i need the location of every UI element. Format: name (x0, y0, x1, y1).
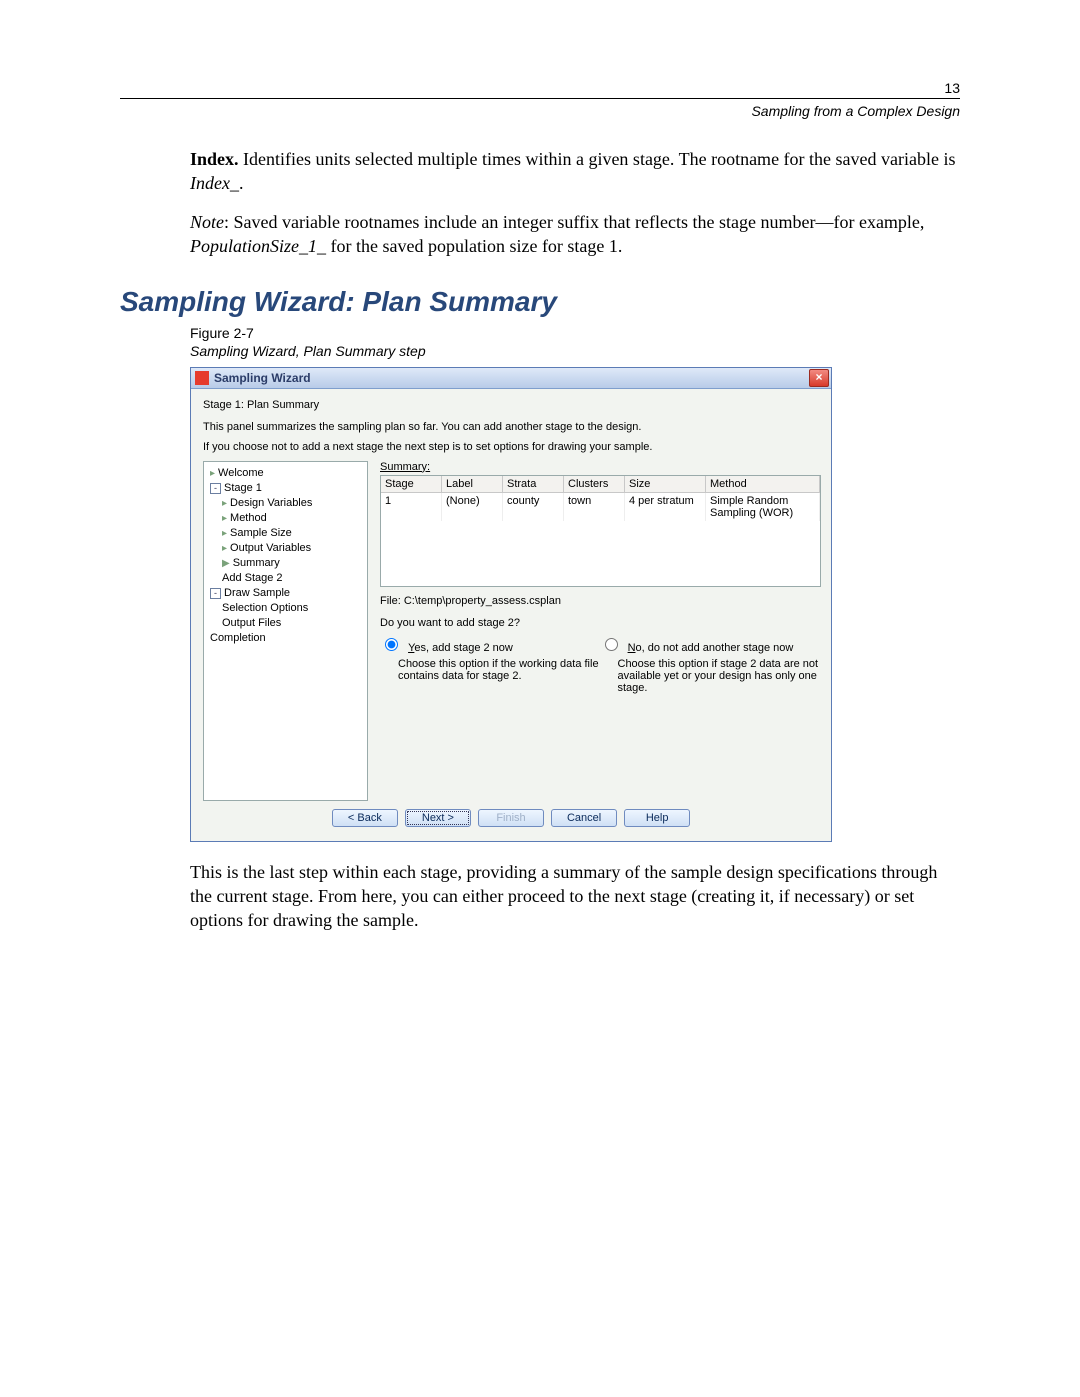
radio-yes-label: Yes, add stage 2 now (408, 642, 513, 654)
file-path-line: File: C:\temp\property_assess.csplan (380, 595, 819, 607)
tree-selection-options[interactable]: Selection Options (208, 601, 363, 616)
arrow-icon: ▶ (222, 556, 230, 571)
radio-yes-input[interactable] (385, 638, 398, 651)
tree-label: Draw Sample (224, 586, 290, 601)
running-head: Sampling from a Complex Design (120, 103, 960, 119)
td-strata: county (503, 493, 564, 521)
tree-label: Output Files (222, 616, 281, 631)
followup-paragraph: This is the last step within each stage,… (190, 860, 960, 933)
table-row: 1 (None) county town 4 per stratum Simpl… (381, 493, 820, 521)
tree-method[interactable]: ▸Method (208, 511, 363, 526)
index-tail: . (239, 173, 244, 193)
top-rule (120, 98, 960, 99)
nav-tree[interactable]: ▸Welcome -Stage 1 ▸Design Variables ▸Met… (203, 461, 368, 801)
index-rest: Identifies units selected multiple times… (239, 149, 956, 169)
back-button[interactable]: < Back (332, 809, 398, 827)
th-label: Label (442, 476, 503, 492)
tree-label: Stage 1 (224, 481, 262, 496)
add-stage-question: Do you want to add stage 2? (380, 617, 819, 629)
tree-summary[interactable]: ▶Summary (208, 556, 363, 571)
td-label: (None) (442, 493, 503, 521)
note-ital: PopulationSize_1_ (190, 236, 326, 256)
help-button[interactable]: Help (624, 809, 690, 827)
tree-label: Method (230, 511, 267, 526)
radio-no-explain: Choose this option if stage 2 data are n… (618, 658, 820, 694)
td-method: Simple Random Sampling (WOR) (706, 493, 820, 521)
radio-yes-text: es, add stage 2 now (414, 642, 512, 654)
tree-sample-size[interactable]: ▸Sample Size (208, 526, 363, 541)
section-heading: Sampling Wizard: Plan Summary (120, 286, 960, 318)
arrow-icon: ▸ (222, 511, 227, 526)
radio-yes[interactable]: Yes, add stage 2 now (380, 635, 600, 654)
td-clusters: town (564, 493, 625, 521)
th-strata: Strata (503, 476, 564, 492)
wizard-dialog: Sampling Wizard × Stage 1: Plan Summary … (190, 367, 832, 842)
td-size: 4 per stratum (625, 493, 706, 521)
arrow-icon: ▸ (222, 526, 227, 541)
table-header: Stage Label Strata Clusters Size Method (381, 476, 820, 493)
next-button[interactable]: Next > (405, 809, 471, 827)
arrow-icon: ▸ (210, 466, 215, 481)
th-stage: Stage (381, 476, 442, 492)
th-method: Method (706, 476, 820, 492)
radio-no-input[interactable] (605, 638, 618, 651)
tree-output-files[interactable]: Output Files (208, 616, 363, 631)
figure-label: Figure 2-7 (190, 325, 254, 341)
page-number: 13 (120, 80, 960, 96)
close-icon[interactable]: × (809, 369, 829, 387)
tree-design-variables[interactable]: ▸Design Variables (208, 496, 363, 511)
tree-label: Add Stage 2 (222, 571, 283, 586)
app-icon (195, 371, 209, 385)
tree-label: Summary (233, 556, 280, 571)
index-ital: Index_ (190, 173, 239, 193)
collapse-icon[interactable]: - (210, 483, 221, 494)
arrow-icon: ▸ (222, 541, 227, 556)
summary-table: Stage Label Strata Clusters Size Method … (380, 475, 821, 587)
th-clusters: Clusters (564, 476, 625, 492)
td-stage: 1 (381, 493, 442, 521)
arrow-icon: ▸ (222, 496, 227, 511)
tree-completion[interactable]: Completion (208, 631, 363, 646)
note-mid: : Saved variable rootnames include an in… (224, 212, 924, 232)
radio-no[interactable]: No, do not add another stage now (600, 635, 820, 654)
figure-caption: Figure 2-7 Sampling Wizard, Plan Summary… (190, 324, 960, 360)
tree-label: Design Variables (230, 496, 312, 511)
tree-draw-sample[interactable]: -Draw Sample (208, 586, 363, 601)
button-bar: < Back Next > Finish Cancel Help (203, 801, 819, 833)
tree-label: Welcome (218, 466, 264, 481)
tree-label: Completion (210, 631, 266, 646)
index-lead: Index. (190, 149, 239, 169)
dialog-title: Sampling Wizard (214, 371, 809, 385)
note-tail: for the saved population size for stage … (326, 236, 622, 256)
radio-no-text: o, do not add another stage now (636, 642, 794, 654)
paragraph-note: Note: Saved variable rootnames include a… (190, 210, 960, 259)
desc-line-1: This panel summarizes the sampling plan … (203, 421, 819, 433)
tree-label: Output Variables (230, 541, 311, 556)
note-lead: Note (190, 212, 224, 232)
paragraph-index: Index. Identifies units selected multipl… (190, 147, 960, 196)
stage-title: Stage 1: Plan Summary (203, 399, 819, 411)
finish-button: Finish (478, 809, 544, 827)
radio-yes-explain: Choose this option if the working data f… (398, 658, 600, 682)
collapse-icon[interactable]: - (210, 588, 221, 599)
tree-label: Selection Options (222, 601, 308, 616)
titlebar: Sampling Wizard × (191, 368, 831, 389)
radio-no-mnemonic: N (628, 642, 636, 654)
summary-label: Summary: (380, 461, 819, 473)
th-size: Size (625, 476, 706, 492)
tree-stage1[interactable]: -Stage 1 (208, 481, 363, 496)
tree-label: Sample Size (230, 526, 292, 541)
tree-output-variables[interactable]: ▸Output Variables (208, 541, 363, 556)
tree-add-stage-2[interactable]: Add Stage 2 (208, 571, 363, 586)
desc-line-2: If you choose not to add a next stage th… (203, 441, 819, 453)
cancel-button[interactable]: Cancel (551, 809, 617, 827)
tree-welcome[interactable]: ▸Welcome (208, 466, 363, 481)
radio-no-label: No, do not add another stage now (628, 642, 794, 654)
figure-title: Sampling Wizard, Plan Summary step (190, 343, 426, 359)
